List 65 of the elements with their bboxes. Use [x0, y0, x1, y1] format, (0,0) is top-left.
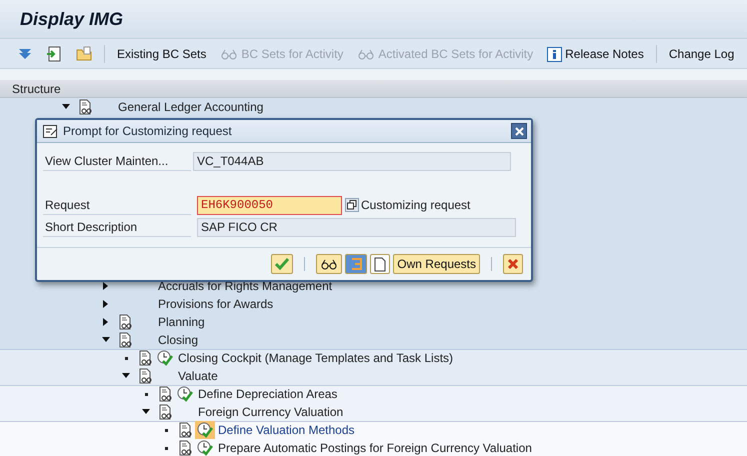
glasses-icon [220, 48, 238, 60]
folder-icon [76, 46, 92, 62]
new-document-button[interactable] [370, 254, 390, 274]
expand-arrow-icon[interactable] [103, 318, 109, 326]
tree-node[interactable]: Foreign Currency Valuation [196, 405, 346, 419]
field-label: Short Description [43, 217, 191, 237]
close-button[interactable] [511, 123, 527, 139]
collapse-arrow-icon[interactable] [102, 337, 110, 343]
expand-icon [18, 47, 32, 61]
window-title: Display IMG [20, 8, 124, 30]
document-glasses-icon[interactable] [178, 422, 192, 438]
request-type-label: Customizing request [361, 198, 470, 212]
field-label: View Cluster Mainten... [43, 151, 191, 171]
document-glasses-icon[interactable] [118, 332, 132, 348]
info-icon [547, 46, 562, 62]
clock-check-icon[interactable] [197, 422, 213, 438]
toolbar-button[interactable]: Existing BC Sets [113, 45, 210, 63]
tree-node[interactable]: Provisions for Awards [156, 297, 276, 311]
tree-node[interactable]: Closing [156, 333, 200, 347]
tree-node[interactable]: Define Valuation Methods [216, 423, 357, 437]
own-requests-button[interactable]: Own Requests [393, 254, 480, 274]
copy-icon [347, 200, 357, 210]
dialog-title: Prompt for Customizing request [63, 124, 233, 138]
expand-arrow-icon[interactable] [103, 300, 109, 308]
document-glasses-icon[interactable] [158, 386, 172, 402]
bullet-icon [164, 446, 168, 450]
document-glasses-icon[interactable] [138, 350, 152, 366]
bullet-icon [124, 356, 128, 360]
tree-node[interactable]: Accruals for Rights Management [156, 279, 334, 293]
toolbar-button[interactable]: Release Notes [543, 44, 648, 64]
collapse-arrow-icon[interactable] [142, 409, 150, 415]
collapse-arrow-icon[interactable] [122, 373, 130, 379]
document-icon [374, 256, 386, 272]
glasses-icon [320, 258, 338, 270]
document-glasses-icon[interactable] [138, 368, 152, 384]
collapse-arrow-icon[interactable] [62, 104, 70, 110]
document-glasses-icon[interactable] [78, 99, 92, 115]
glasses-icon [357, 48, 376, 60]
toolbar-button[interactable]: Change Log [664, 45, 738, 63]
tree-node[interactable]: General Ledger Accounting [116, 100, 266, 114]
bullet-icon [144, 392, 148, 396]
cancel-button[interactable] [503, 254, 523, 274]
clock-check-icon[interactable] [177, 386, 193, 402]
field-label: Request [43, 195, 191, 215]
document-glasses-icon[interactable] [178, 440, 192, 456]
copy-button[interactable] [345, 198, 359, 212]
glasses-button[interactable] [316, 254, 342, 274]
tree-node[interactable]: Define Depreciation Areas [196, 387, 340, 401]
request-field[interactable]: EH6K900050 [197, 196, 342, 214]
tree-node[interactable]: Planning [156, 315, 207, 329]
close-icon [507, 258, 519, 270]
document-glasses-icon[interactable] [158, 404, 172, 420]
clock-check-icon[interactable] [157, 350, 173, 366]
expand-arrow-icon[interactable] [103, 282, 109, 290]
readonly-field[interactable]: SAP FICO CR [197, 218, 516, 236]
dialog-icon [43, 124, 59, 138]
bullet-icon [164, 428, 168, 432]
column-header: Structure [12, 82, 61, 96]
document-glasses-icon[interactable] [118, 314, 132, 330]
readonly-field[interactable]: VC_T044AB [193, 152, 511, 170]
confirm-button[interactable] [271, 254, 294, 274]
tree-node[interactable]: Valuate [176, 369, 220, 383]
close-icon [514, 126, 524, 136]
clock-check-icon[interactable] [197, 440, 213, 456]
check-icon [275, 258, 290, 270]
